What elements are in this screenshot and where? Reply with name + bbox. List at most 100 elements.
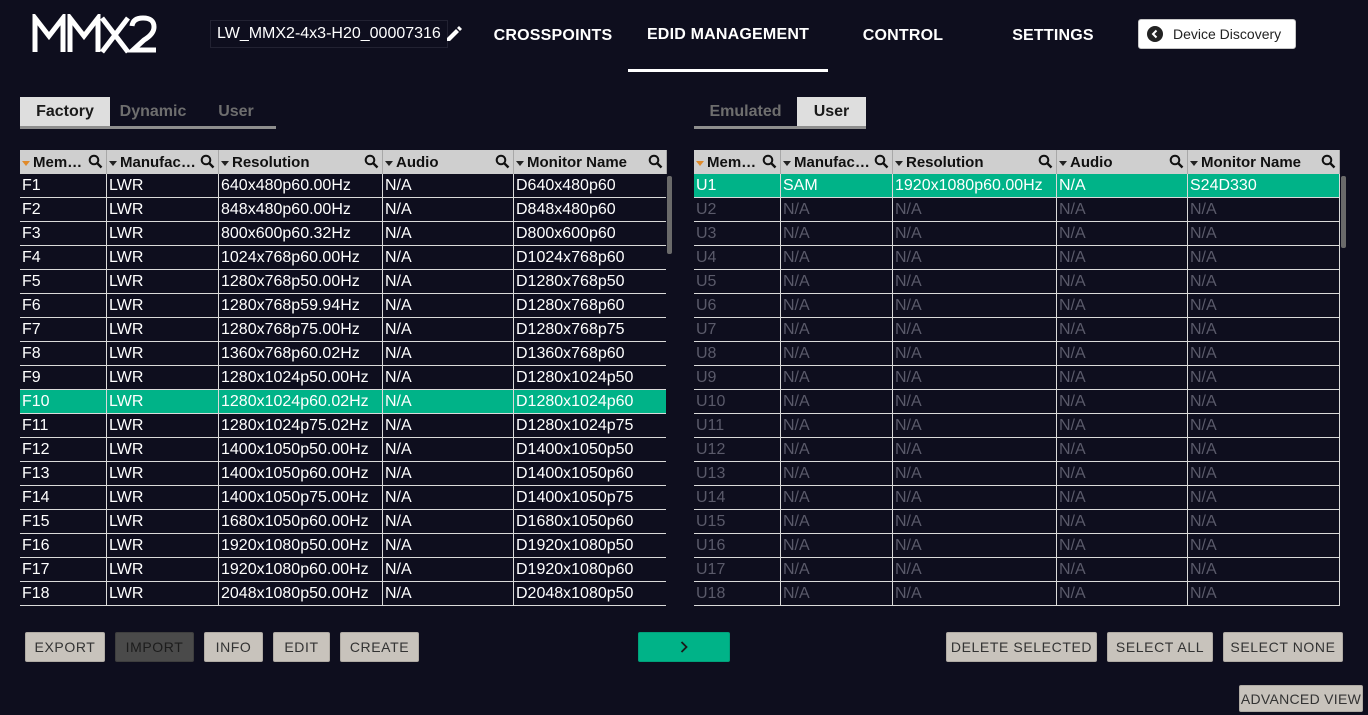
sort-arrow-icon[interactable] xyxy=(1190,160,1198,166)
table-row[interactable]: U5 N/A N/A N/A N/A xyxy=(694,270,1340,294)
tab-factory[interactable]: Factory xyxy=(20,97,110,126)
sort-arrow-icon[interactable] xyxy=(696,160,704,166)
table-row[interactable]: F5 LWR 1280x768p50.00Hz N/A D1280x768p50 xyxy=(20,270,667,294)
select-all-button[interactable]: SELECT ALL xyxy=(1107,632,1213,662)
search-icon[interactable] xyxy=(648,154,663,169)
table-row[interactable]: U4 N/A N/A N/A N/A xyxy=(694,246,1340,270)
cell-monitor-name: D1360x768p60 xyxy=(514,342,667,365)
cell-resolution: 640x480p60.00Hz xyxy=(219,174,383,197)
scrollbar[interactable] xyxy=(1340,174,1348,606)
search-icon[interactable] xyxy=(495,154,510,169)
search-icon[interactable] xyxy=(1321,154,1336,169)
pencil-icon[interactable] xyxy=(444,24,464,44)
table-row[interactable]: U13 N/A N/A N/A N/A xyxy=(694,462,1340,486)
table-row[interactable]: U17 N/A N/A N/A N/A xyxy=(694,558,1340,582)
table-row[interactable]: F2 LWR 848x480p60.00Hz N/A D848x480p60 xyxy=(20,198,667,222)
table-row[interactable]: U3 N/A N/A N/A N/A xyxy=(694,222,1340,246)
tab-user-right[interactable]: User xyxy=(797,97,866,126)
tab-dynamic[interactable]: Dynamic xyxy=(110,97,196,126)
cell-memory: F11 xyxy=(20,414,107,437)
table-row[interactable]: U11 N/A N/A N/A N/A xyxy=(694,414,1340,438)
table-row[interactable]: U2 N/A N/A N/A N/A xyxy=(694,198,1340,222)
cell-audio: N/A xyxy=(383,414,514,437)
edit-button[interactable]: EDIT xyxy=(273,632,330,662)
table-row[interactable]: F15 LWR 1680x1050p60.00Hz N/A D1680x1050p60 xyxy=(20,510,667,534)
table-row[interactable]: F11 LWR 1280x1024p75.02Hz N/A D1280x1024p75 xyxy=(20,414,667,438)
table-row[interactable]: F6 LWR 1280x768p59.94Hz N/A D1280x768p60 xyxy=(20,294,667,318)
table-row[interactable]: U9 N/A N/A N/A N/A xyxy=(694,366,1340,390)
scrollbar-thumb[interactable] xyxy=(667,176,672,254)
create-button[interactable]: CREATE xyxy=(340,632,419,662)
sort-arrow-icon[interactable] xyxy=(895,160,903,166)
table-row[interactable]: U6 N/A N/A N/A N/A xyxy=(694,294,1340,318)
column-header-resolution[interactable]: Resolution xyxy=(893,150,1057,174)
export-button[interactable]: EXPORT xyxy=(25,632,105,662)
tab-emulated[interactable]: Emulated xyxy=(694,97,797,126)
table-row[interactable]: F14 LWR 1400x1050p75.00Hz N/A D1400x1050p75 xyxy=(20,486,667,510)
select-none-button[interactable]: SELECT NONE xyxy=(1223,632,1343,662)
table-row[interactable]: F3 LWR 800x600p60.32Hz N/A D800x600p60 xyxy=(20,222,667,246)
table-row[interactable]: U8 N/A N/A N/A N/A xyxy=(694,342,1340,366)
table-row[interactable]: F18 LWR 2048x1080p50.00Hz N/A D2048x1080p50 xyxy=(20,582,667,606)
column-header-audio[interactable]: Audio xyxy=(1057,150,1188,174)
sort-arrow-icon[interactable] xyxy=(516,160,524,166)
sort-arrow-icon[interactable] xyxy=(221,160,229,166)
sort-arrow-icon[interactable] xyxy=(22,160,30,166)
column-header-manufacturer[interactable]: Manufac… xyxy=(781,150,893,174)
sort-arrow-icon[interactable] xyxy=(109,160,117,166)
table-row[interactable]: F4 LWR 1024x768p60.00Hz N/A D1024x768p60 xyxy=(20,246,667,270)
nav-control[interactable]: CONTROL xyxy=(848,0,958,72)
table-row[interactable]: F8 LWR 1360x768p60.02Hz N/A D1360x768p60 xyxy=(20,342,667,366)
table-row[interactable]: U14 N/A N/A N/A N/A xyxy=(694,486,1340,510)
table-row[interactable]: F1 LWR 640x480p60.00Hz N/A D640x480p60 xyxy=(20,174,667,198)
sort-arrow-icon[interactable] xyxy=(385,160,393,166)
search-icon[interactable] xyxy=(1038,154,1053,169)
table-row[interactable]: F7 LWR 1280x768p75.00Hz N/A D1280x768p75 xyxy=(20,318,667,342)
search-icon[interactable] xyxy=(874,154,889,169)
table-row[interactable]: U1 SAM 1920x1080p60.00Hz N/A S24D330 xyxy=(694,174,1340,198)
column-header-memory[interactable]: Mem… xyxy=(20,150,107,174)
table-row[interactable]: F9 LWR 1280x1024p50.00Hz N/A D1280x1024p50 xyxy=(20,366,667,390)
table-row[interactable]: U18 N/A N/A N/A N/A xyxy=(694,582,1340,606)
column-header-audio[interactable]: Audio xyxy=(383,150,514,174)
delete-selected-button[interactable]: DELETE SELECTED xyxy=(946,632,1097,662)
search-icon[interactable] xyxy=(88,154,103,169)
search-icon[interactable] xyxy=(762,154,777,169)
table-row[interactable]: F13 LWR 1400x1050p60.00Hz N/A D1400x1050p60 xyxy=(20,462,667,486)
sort-arrow-icon[interactable] xyxy=(1059,160,1067,166)
cell-monitor-name: D1280x1024p60 xyxy=(514,390,667,413)
info-button[interactable]: INFO xyxy=(204,632,263,662)
device-name-label[interactable]: LW_MMX2-4x3-H20_00007316 xyxy=(210,20,448,48)
table-row[interactable]: U10 N/A N/A N/A N/A xyxy=(694,390,1340,414)
transfer-button[interactable] xyxy=(638,632,730,662)
column-header-resolution[interactable]: Resolution xyxy=(219,150,383,174)
search-icon[interactable] xyxy=(364,154,379,169)
table-row[interactable]: U15 N/A N/A N/A N/A xyxy=(694,510,1340,534)
table-row[interactable]: F16 LWR 1920x1080p50.00Hz N/A D1920x1080p50 xyxy=(20,534,667,558)
search-icon[interactable] xyxy=(1169,154,1184,169)
scrollbar[interactable] xyxy=(666,174,674,606)
cell-resolution: 1680x1050p60.00Hz xyxy=(219,510,383,533)
table-row[interactable]: U16 N/A N/A N/A N/A xyxy=(694,534,1340,558)
table-row[interactable]: U7 N/A N/A N/A N/A xyxy=(694,318,1340,342)
nav-edid-management[interactable]: EDID MANAGEMENT xyxy=(628,0,828,72)
user-edid-table: Mem… Manufac… Resolution Audio Monitor Name U… xyxy=(694,150,1348,606)
column-header-label: Resolution xyxy=(906,153,984,171)
nav-settings[interactable]: SETTINGS xyxy=(1000,0,1106,72)
nav-crosspoints[interactable]: CROSSPOINTS xyxy=(486,0,620,72)
search-icon[interactable] xyxy=(200,154,215,169)
import-button[interactable]: IMPORT xyxy=(115,632,194,662)
column-header-monitor-name[interactable]: Monitor Name xyxy=(514,150,667,174)
column-header-monitor-name[interactable]: Monitor Name xyxy=(1188,150,1340,174)
column-header-memory[interactable]: Mem… xyxy=(694,150,781,174)
table-row[interactable]: U12 N/A N/A N/A N/A xyxy=(694,438,1340,462)
table-row[interactable]: F12 LWR 1400x1050p50.00Hz N/A D1400x1050p50 xyxy=(20,438,667,462)
tab-user-left[interactable]: User xyxy=(196,97,276,126)
scrollbar-thumb[interactable] xyxy=(1341,176,1346,248)
advanced-view-button[interactable]: ADVANCED VIEW xyxy=(1239,685,1363,712)
sort-arrow-icon[interactable] xyxy=(783,160,791,166)
table-row[interactable]: F17 LWR 1920x1080p60.00Hz N/A D1920x1080p60 xyxy=(20,558,667,582)
table-row[interactable]: F10 LWR 1280x1024p60.02Hz N/A D1280x1024p60 xyxy=(20,390,667,414)
column-header-manufacturer[interactable]: Manufac… xyxy=(107,150,219,174)
device-discovery-button[interactable]: Device Discovery xyxy=(1138,19,1296,49)
